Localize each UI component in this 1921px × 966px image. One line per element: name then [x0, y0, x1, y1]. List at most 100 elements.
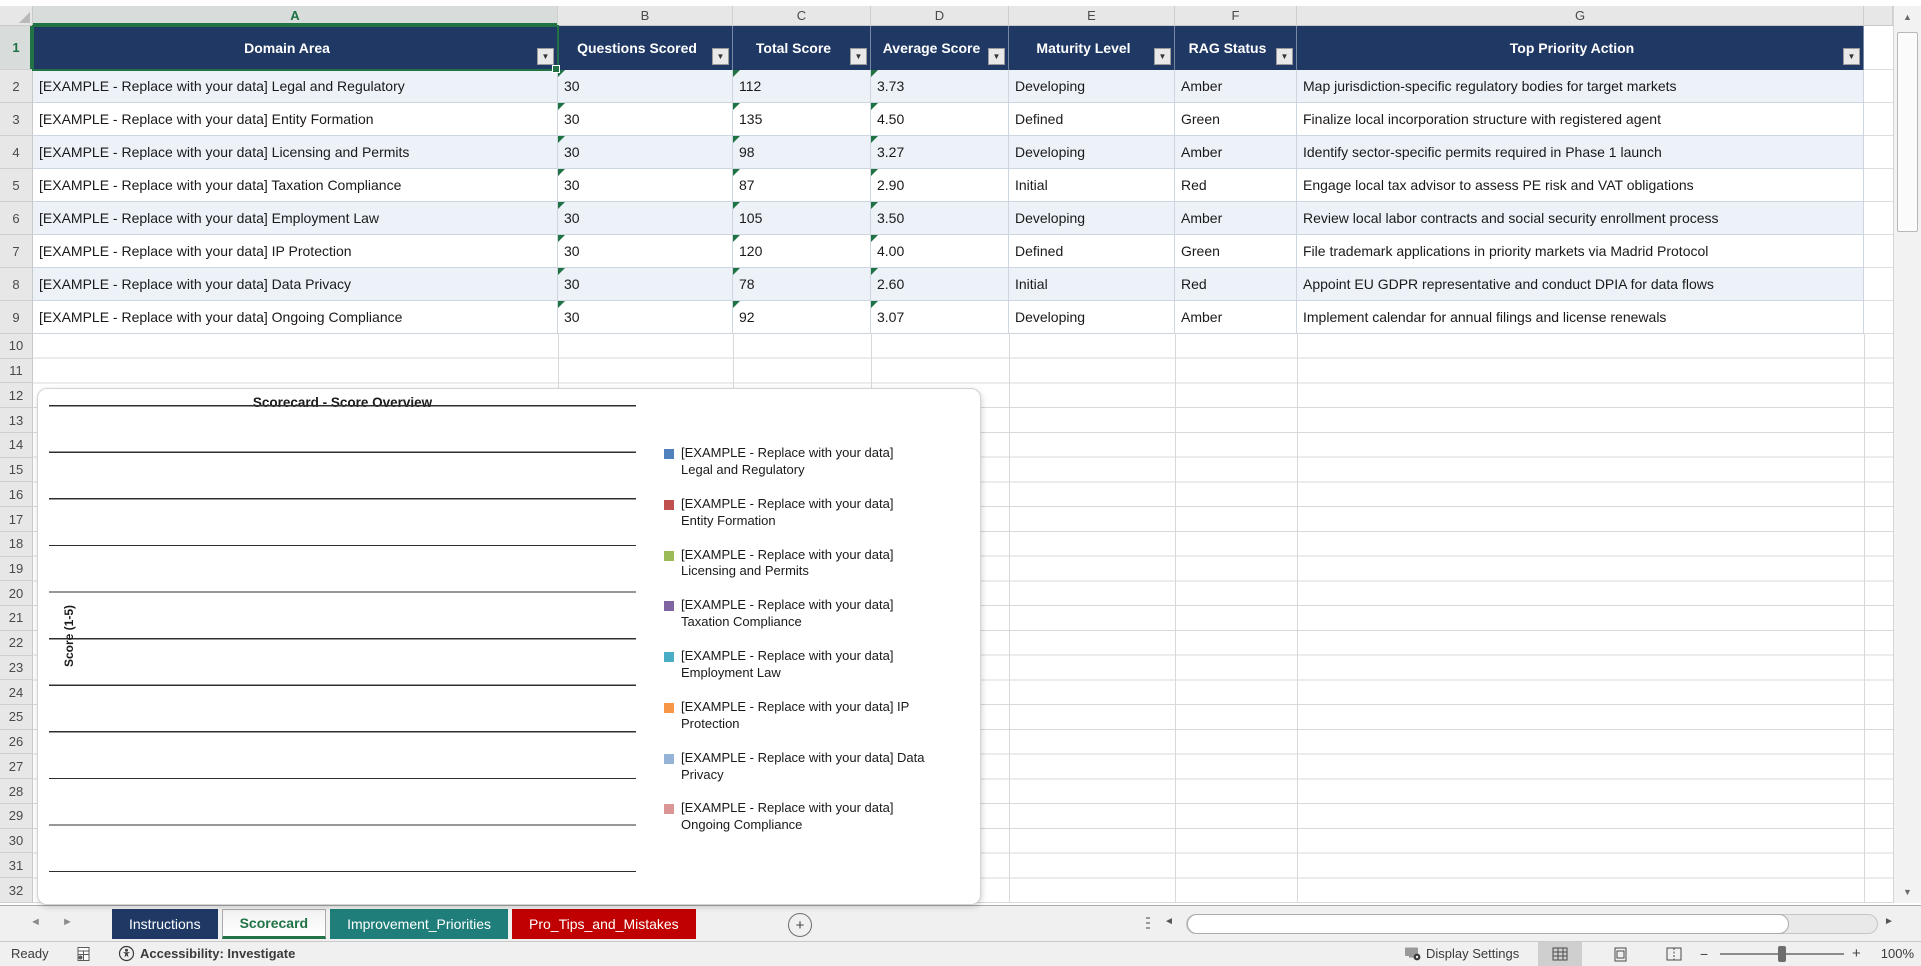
- cell-A5[interactable]: [EXAMPLE - Replace with your data] Taxat…: [33, 169, 558, 202]
- row-header-19[interactable]: 19: [0, 556, 33, 582]
- cell-E4[interactable]: Developing: [1009, 136, 1175, 169]
- cell-B8[interactable]: 30: [558, 268, 733, 301]
- row-header-13[interactable]: 13: [0, 408, 33, 433]
- row-header-26[interactable]: 26: [0, 729, 33, 755]
- header-cell-domain-area[interactable]: Domain Area ▼: [32, 25, 560, 73]
- cell-G9[interactable]: Implement calendar for annual filings an…: [1297, 301, 1864, 334]
- header-cell-average-score[interactable]: Average Score ▼: [871, 26, 1009, 70]
- cell-A9[interactable]: [EXAMPLE - Replace with your data] Ongoi…: [33, 301, 558, 334]
- display-settings-button[interactable]: Display Settings: [1404, 945, 1519, 962]
- tab-scorecard[interactable]: Scorecard: [221, 909, 327, 939]
- normal-view-button[interactable]: [1538, 942, 1582, 966]
- filter-button[interactable]: ▼: [1843, 48, 1860, 65]
- cell-F5[interactable]: Red: [1175, 169, 1297, 202]
- tab-splitter-handle[interactable]: [1146, 917, 1150, 931]
- tab-improvement-priorities[interactable]: Improvement_Priorities: [330, 909, 509, 939]
- header-cell-top-priority-action[interactable]: Top Priority Action ▼: [1297, 26, 1864, 70]
- cell-G2[interactable]: Map jurisdiction-specific regulatory bod…: [1297, 70, 1864, 103]
- cell-E2[interactable]: Developing: [1009, 70, 1175, 103]
- cell-D4[interactable]: 3.27: [871, 136, 1009, 169]
- cell-B2[interactable]: 30: [558, 70, 733, 103]
- cell-C3[interactable]: 135: [733, 103, 871, 136]
- legend-item[interactable]: [EXAMPLE - Replace with your data] IP Pr…: [664, 699, 926, 733]
- cell-F3[interactable]: Green: [1175, 103, 1297, 136]
- row-header-11[interactable]: 11: [0, 358, 33, 384]
- row-header-18[interactable]: 18: [0, 531, 33, 557]
- row-header-20[interactable]: 20: [0, 581, 33, 607]
- selection-fill-handle[interactable]: [552, 65, 560, 73]
- filter-button[interactable]: ▼: [1276, 48, 1293, 65]
- column-header-E[interactable]: E: [1009, 6, 1175, 26]
- cell-A4[interactable]: [EXAMPLE - Replace with your data] Licen…: [33, 136, 558, 169]
- header-cell-questions-scored[interactable]: Questions Scored ▼: [558, 26, 733, 70]
- cell-D3[interactable]: 4.50: [871, 103, 1009, 136]
- legend-item[interactable]: [EXAMPLE - Replace with your data] Licen…: [664, 547, 926, 581]
- cell-F9[interactable]: Amber: [1175, 301, 1297, 334]
- legend-item[interactable]: [EXAMPLE - Replace with your data] Entit…: [664, 496, 926, 530]
- cell-A7[interactable]: [EXAMPLE - Replace with your data] IP Pr…: [33, 235, 558, 268]
- row-header-30[interactable]: 30: [0, 828, 33, 854]
- row-header-25[interactable]: 25: [0, 705, 33, 730]
- header-cell-maturity-level[interactable]: Maturity Level ▼: [1009, 26, 1175, 70]
- accessibility-status[interactable]: Accessibility: Investigate: [118, 945, 295, 962]
- cell-B6[interactable]: 30: [558, 202, 733, 235]
- select-all-corner[interactable]: [0, 6, 33, 26]
- cell-D9[interactable]: 3.07: [871, 301, 1009, 334]
- cell-F8[interactable]: Red: [1175, 268, 1297, 301]
- cell-B7[interactable]: 30: [558, 235, 733, 268]
- hscroll-right-button[interactable]: ►: [1884, 916, 1894, 927]
- row-header-6[interactable]: 6: [0, 202, 33, 235]
- row-header-16[interactable]: 16: [0, 482, 33, 508]
- legend-item[interactable]: [EXAMPLE - Replace with your data] Taxat…: [664, 597, 926, 631]
- cell-E9[interactable]: Developing: [1009, 301, 1175, 334]
- macro-record-icon[interactable]: [76, 946, 91, 962]
- cell-B9[interactable]: 30: [558, 301, 733, 334]
- row-header-27[interactable]: 27: [0, 754, 33, 780]
- tab-scroll-left-button[interactable]: ◄: [30, 916, 41, 928]
- cell-C7[interactable]: 120: [733, 235, 871, 268]
- row-header-5[interactable]: 5: [0, 169, 33, 202]
- filter-button[interactable]: ▼: [712, 48, 729, 65]
- vertical-scrollbar[interactable]: ▲ ▼: [1893, 6, 1921, 903]
- zoom-out-button[interactable]: −: [1700, 946, 1708, 962]
- zoom-in-button[interactable]: +: [1852, 945, 1861, 962]
- tab-instructions[interactable]: Instructions: [112, 909, 218, 939]
- embedded-chart[interactable]: Scorecard - Score Overview Score (1-5) […: [37, 388, 981, 905]
- cell-A6[interactable]: [EXAMPLE - Replace with your data] Emplo…: [33, 202, 558, 235]
- row-header-9[interactable]: 9: [0, 301, 33, 334]
- cell-F4[interactable]: Amber: [1175, 136, 1297, 169]
- cell-D6[interactable]: 3.50: [871, 202, 1009, 235]
- legend-item[interactable]: [EXAMPLE - Replace with your data] Emplo…: [664, 648, 926, 682]
- column-header-partial[interactable]: [1864, 6, 1893, 26]
- cell-G7[interactable]: File trademark applications in priority …: [1297, 235, 1864, 268]
- tab-pro-tips-and-mistakes[interactable]: Pro_Tips_and_Mistakes: [512, 909, 696, 939]
- tab-scroll-right-button[interactable]: ►: [62, 916, 73, 928]
- horizontal-scrollbar-thumb[interactable]: [1187, 914, 1789, 934]
- cell-E8[interactable]: Initial: [1009, 268, 1175, 301]
- row-header-2[interactable]: 2: [0, 70, 33, 103]
- cell-G3[interactable]: Finalize local incorporation structure w…: [1297, 103, 1864, 136]
- legend-item[interactable]: [EXAMPLE - Replace with your data] Ongoi…: [664, 800, 926, 834]
- row-header-21[interactable]: 21: [0, 606, 33, 631]
- row-header-32[interactable]: 32: [0, 878, 33, 903]
- cell-C6[interactable]: 105: [733, 202, 871, 235]
- cell-F6[interactable]: Amber: [1175, 202, 1297, 235]
- row-header-12[interactable]: 12: [0, 383, 33, 409]
- cell-C5[interactable]: 87: [733, 169, 871, 202]
- row-header-29[interactable]: 29: [0, 803, 33, 829]
- cell-E6[interactable]: Developing: [1009, 202, 1175, 235]
- cell-A3[interactable]: [EXAMPLE - Replace with your data] Entit…: [33, 103, 558, 136]
- row-header-3[interactable]: 3: [0, 103, 33, 136]
- cell-D5[interactable]: 2.90: [871, 169, 1009, 202]
- filter-button[interactable]: ▼: [850, 48, 867, 65]
- cell-F2[interactable]: Amber: [1175, 70, 1297, 103]
- scroll-up-button[interactable]: ▲: [1894, 6, 1921, 28]
- zoom-level[interactable]: 100%: [1872, 946, 1914, 961]
- zoom-slider-thumb[interactable]: [1778, 946, 1786, 962]
- hscroll-left-button[interactable]: ◄: [1164, 916, 1174, 927]
- cell-F7[interactable]: Green: [1175, 235, 1297, 268]
- filter-button[interactable]: ▼: [1154, 48, 1171, 65]
- legend-item[interactable]: [EXAMPLE - Replace with your data] Legal…: [664, 445, 926, 479]
- row-header-10[interactable]: 10: [0, 334, 33, 359]
- cell-B5[interactable]: 30: [558, 169, 733, 202]
